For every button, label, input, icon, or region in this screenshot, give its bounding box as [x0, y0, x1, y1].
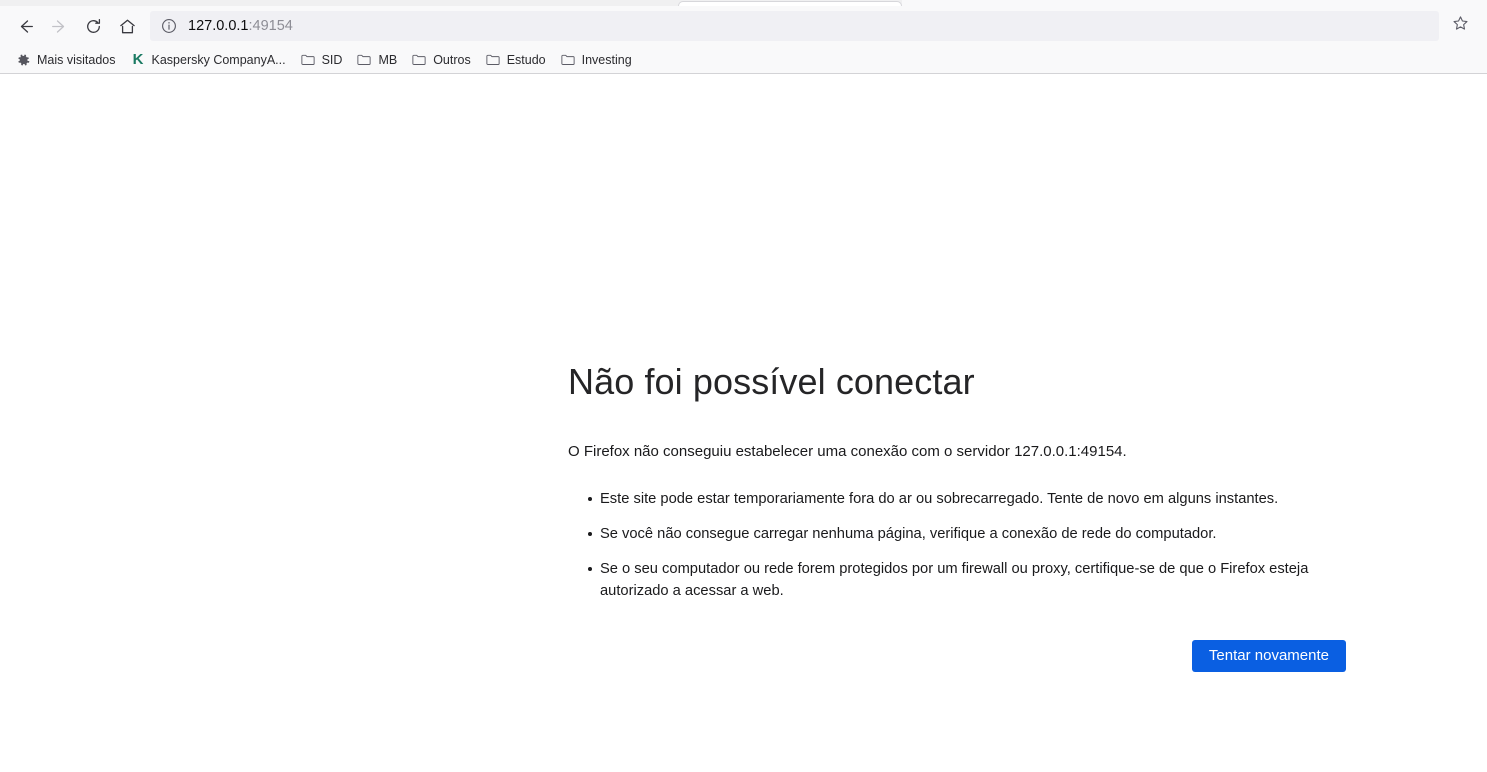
bookmark-mais-visitados[interactable]: Mais visitados — [8, 49, 123, 71]
bookmark-label: Kaspersky CompanyA... — [151, 52, 286, 67]
page-title: Não foi possível conectar — [568, 361, 975, 402]
bookmark-label: Estudo — [506, 52, 546, 67]
bookmark-label: Outros — [433, 52, 471, 67]
bookmark-label: MB — [378, 52, 398, 67]
folder-icon — [485, 52, 501, 68]
bookmark-kaspersky[interactable]: K Kaspersky CompanyA... — [123, 49, 293, 71]
folder-icon — [356, 52, 372, 68]
bookmarks-bar: Mais visitados K Kaspersky CompanyA... S… — [0, 46, 1487, 74]
list-item: Se o seu computador ou rede forem proteg… — [588, 558, 1333, 602]
kaspersky-logo-icon: K — [132, 51, 144, 68]
bookmark-folder-outros[interactable]: Outros — [404, 49, 478, 71]
bookmark-label: Investing — [581, 52, 632, 67]
arrow-left-icon — [16, 17, 35, 36]
folder-icon — [560, 52, 576, 68]
home-icon — [118, 17, 137, 36]
url-port: :49154 — [248, 18, 293, 34]
navigation-toolbar: 127.0.0.1:49154 — [0, 6, 1487, 46]
home-button[interactable] — [110, 9, 144, 43]
error-description: O Firefox não conseguiu estabelecer uma … — [568, 443, 1127, 461]
button-row: Tentar novamente — [568, 639, 1346, 672]
page-content: Não foi possível conectar O Firefox não … — [0, 74, 1487, 772]
bookmark-star-button[interactable] — [1443, 9, 1477, 43]
folder-icon — [300, 52, 316, 68]
info-circle-icon[interactable] — [158, 15, 180, 37]
bookmark-folder-estudo[interactable]: Estudo — [478, 49, 553, 71]
reload-button[interactable] — [76, 9, 110, 43]
bookmark-label: Mais visitados — [37, 52, 116, 67]
reload-icon — [84, 17, 103, 36]
bookmark-folder-sid[interactable]: SID — [293, 49, 350, 71]
arrow-right-icon — [50, 17, 69, 36]
url-text[interactable]: 127.0.0.1:49154 — [188, 18, 293, 34]
bookmark-label: SID — [321, 52, 343, 67]
url-bar[interactable]: 127.0.0.1:49154 — [150, 11, 1439, 41]
star-icon — [1452, 15, 1469, 37]
url-host: 127.0.0.1 — [188, 18, 249, 34]
neterror-container: Não foi possível conectar O Firefox não … — [568, 360, 1348, 672]
retry-button[interactable]: Tentar novamente — [1191, 639, 1346, 672]
folder-icon — [411, 52, 427, 68]
list-item: Se você não consegue carregar nenhuma pá… — [588, 523, 1333, 545]
back-button[interactable] — [8, 9, 42, 43]
bookmark-folder-mb[interactable]: MB — [349, 49, 404, 71]
list-item: Este site pode estar temporariamente for… — [588, 488, 1333, 510]
forward-button[interactable] — [42, 9, 76, 43]
gear-icon — [15, 52, 31, 68]
bookmark-folder-investing[interactable]: Investing — [553, 49, 639, 71]
browser-chrome: 127.0.0.1:49154 Mais visitados K Kaspers… — [0, 0, 1487, 74]
error-suggestion-list: Este site pode estar temporariamente for… — [588, 488, 1348, 602]
